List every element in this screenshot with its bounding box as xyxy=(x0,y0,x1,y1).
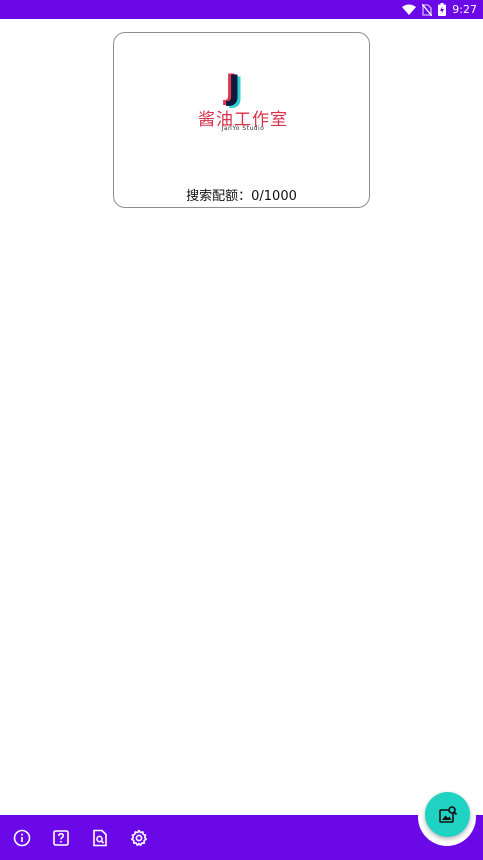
logo-english-name: JanYo Studio xyxy=(221,125,265,132)
info-button[interactable] xyxy=(11,827,33,849)
bottom-app-bar xyxy=(0,815,483,860)
document-search-icon xyxy=(93,829,107,847)
wifi-icon xyxy=(402,4,417,15)
settings-button[interactable] xyxy=(128,827,150,849)
status-bar: 9:27 xyxy=(0,0,483,19)
info-icon xyxy=(13,829,31,847)
battery-charging-icon xyxy=(438,3,447,16)
logo-letter: J xyxy=(228,68,241,108)
document-search-button[interactable] xyxy=(89,827,111,849)
status-time: 9:27 xyxy=(452,3,477,16)
image-search-icon xyxy=(438,805,457,823)
no-sim-icon xyxy=(422,3,433,16)
image-search-fab[interactable] xyxy=(425,792,470,837)
help-icon xyxy=(53,830,69,846)
studio-logo: J J J 酱油工作室 JanYo Studio xyxy=(198,68,288,137)
fab-cradle xyxy=(418,788,476,846)
search-quota-label: 搜索配额：0/1000 xyxy=(186,189,297,204)
settings-icon xyxy=(131,829,147,847)
quota-card: J J J 酱油工作室 JanYo Studio 搜索配额：0/1000 xyxy=(113,32,370,208)
help-button[interactable] xyxy=(50,827,72,849)
